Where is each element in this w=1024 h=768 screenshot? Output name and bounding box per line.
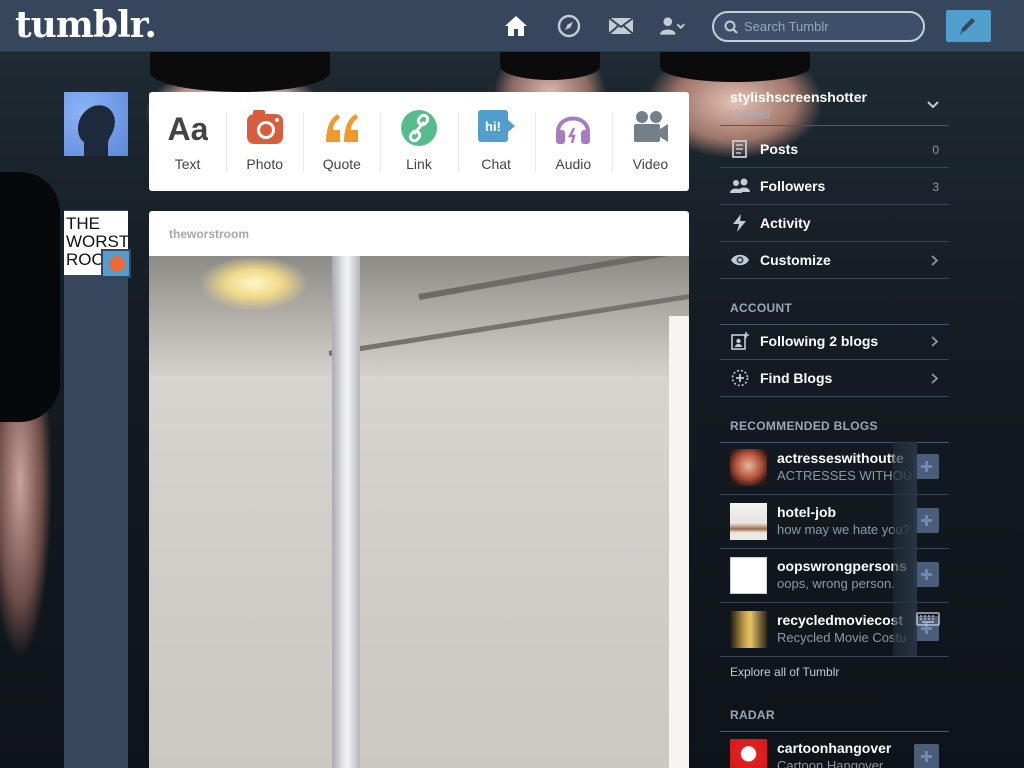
radar-section-title: RADAR [720,708,949,732]
account-icon[interactable] [660,14,686,38]
post-type-label: Quote [322,156,361,172]
mail-icon[interactable] [608,14,634,38]
post-type-text[interactable]: Aa Text [149,92,226,191]
camera-icon [246,110,283,144]
blog-thumbnail [730,739,767,768]
search-input[interactable] [744,16,914,37]
find-blogs-icon [731,369,749,387]
post-type-label: Photo [246,156,283,172]
post-type-label: Chat [481,156,511,172]
post-photo[interactable] [149,256,689,768]
quote-icon [325,114,358,142]
pencil-icon [960,18,975,34]
post-type-label: Text [174,156,201,172]
chevron-right-icon [931,336,938,347]
sidebar-item-label: Posts [760,141,799,157]
sidebar-item-label: Followers [760,178,826,194]
radar-blog-desc: Cartoon Hangover [777,758,884,768]
recommended-section-title: RECOMMENDED BLOGS [720,419,949,443]
sidebar-item-following[interactable]: Following 2 blogs [720,323,949,360]
blog-thumbnail [730,557,767,594]
home-icon[interactable] [503,14,529,38]
post-type-photo[interactable]: Photo [226,92,303,191]
reblog-source-badge[interactable] [101,249,131,278]
lightning-icon [733,214,746,232]
radar-blog-name: cartoonhangover [777,740,892,756]
blog-name: stylishscreenshotter [730,89,867,105]
blog-thumbnail [730,449,767,486]
post-author-name[interactable]: theworstroom [169,227,249,241]
blog-thumbnail [730,503,767,540]
search-icon [724,20,738,34]
blog-thumbnail [730,611,767,648]
sidebar-item-followers[interactable]: Followers 3 [720,168,949,205]
chevron-right-icon [931,373,938,384]
posts-count: 0 [932,143,939,157]
svg-text:Aa: Aa [168,111,208,147]
headphones-icon [556,116,591,144]
account-section-title: ACCOUNT [720,301,949,325]
sidebar-item-label: Following 2 blogs [760,333,879,349]
dashboard-post: theworstroom [149,211,689,768]
post-type-bar: Aa Text Photo Quote Link hi! Chat Audio … [149,92,689,191]
sidebar-item-posts[interactable]: Posts 0 [720,131,949,168]
sidebar-item-label: Find Blogs [760,370,833,386]
sidebar-item-label: Customize [760,252,831,268]
followers-icon [730,178,750,193]
chat-icon: hi! [478,110,516,142]
sidebar-item-activity[interactable]: Activity [720,205,949,242]
post-type-chat[interactable]: hi! Chat [457,92,535,191]
follow-button[interactable] [914,562,939,587]
sidebar-item-label: Activity [760,215,811,231]
post-avatar-rail [64,210,128,768]
user-avatar[interactable] [64,92,128,156]
top-header: tumblr. [0,0,1024,52]
post-type-label: Audio [555,156,592,172]
video-camera-icon [634,111,669,142]
followers-count: 3 [932,180,939,194]
compose-post-button[interactable] [946,10,991,42]
post-type-label: Link [406,156,432,172]
post-type-quote[interactable]: Quote [303,92,380,191]
post-type-link[interactable]: Link [380,92,457,191]
follow-button[interactable] [914,454,939,479]
follow-button[interactable] [914,744,939,768]
explore-compass-icon[interactable] [556,14,582,38]
chevron-right-icon [931,255,938,266]
search-box[interactable] [712,11,925,42]
radar-blog[interactable]: cartoonhangover Cartoon Hangover [720,731,949,768]
explore-tumblr-link[interactable]: Explore all of Tumblr [730,665,839,679]
link-icon [400,110,437,146]
tumblr-logo[interactable]: tumblr. [15,4,157,46]
blog-switcher[interactable]: stylishscreenshotter Untitled [720,86,949,126]
sidebar-item-find-blogs[interactable]: Find Blogs [720,360,949,397]
sidebar-item-customize[interactable]: Customize [720,242,949,279]
overlay-artifact [893,442,917,656]
post-type-video[interactable]: Video [611,92,689,191]
chevron-down-icon [927,101,939,109]
svg-text:hi!: hi! [485,119,501,134]
posts-icon [732,140,747,158]
eye-icon [731,254,749,266]
post-type-label: Video [632,156,669,172]
keyboard-icon[interactable] [916,612,940,626]
text-icon: Aa [168,111,208,147]
blog-subtitle: Untitled [730,107,771,121]
following-icon [731,332,749,350]
follow-button[interactable] [914,508,939,533]
post-type-audio[interactable]: Audio [534,92,612,191]
